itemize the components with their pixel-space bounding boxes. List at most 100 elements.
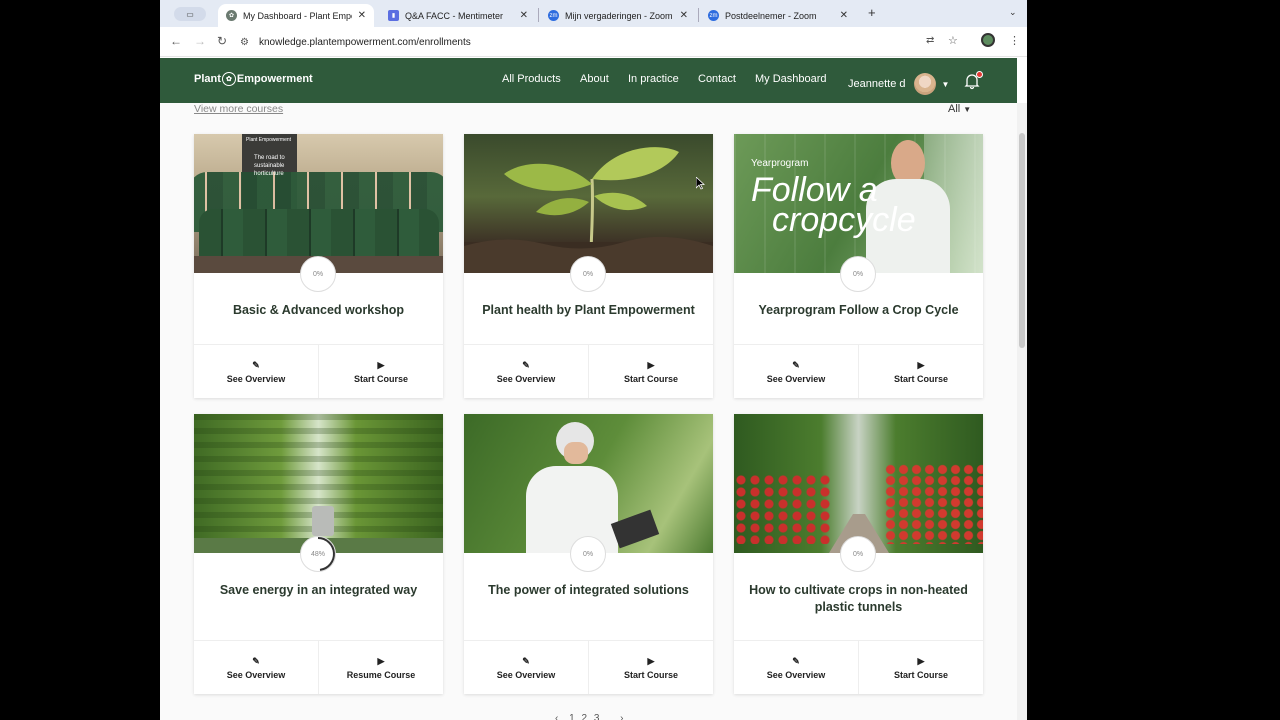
pager-next[interactable]: › [620,713,623,720]
logo-leaf-icon: ✿ [221,72,236,86]
mouse-cursor-icon [695,176,706,195]
scrollbar-thumb[interactable] [1019,133,1025,348]
banner-text: The road to sustainable horticulture [254,155,285,177]
banner-line2: cropcycle [772,201,916,239]
reload-icon[interactable]: ↻ [217,34,227,48]
course-title[interactable]: How to cultivate crops in non-heated pla… [744,582,973,616]
course-image-cropcycle[interactable]: Yearprogram Follow a cropcycle [734,134,983,273]
bookmark-star-icon[interactable]: ☆ [948,34,958,47]
course-image-seedling[interactable] [464,134,713,273]
course-actions: ✎ See Overview ▶ Start Course [734,344,983,398]
start-course-label: Start Course [353,373,408,384]
logo-text-right: Empowerment [236,73,313,85]
tab-search-button[interactable]: ▭ [174,7,206,21]
play-icon: ▶ [647,655,655,666]
banner-small: Plant Empowerment [246,137,292,143]
tab-title: Mijn vergaderingen - Zoom [565,10,673,21]
see-overview-button[interactable]: ✎ See Overview [194,641,319,694]
pager-page-2[interactable]: 2 [581,713,587,720]
start-course-button[interactable]: ▶ Start Course [859,641,983,694]
see-overview-button[interactable]: ✎ See Overview [464,345,589,398]
nav-in-practice[interactable]: In practice [628,73,679,85]
nav-about[interactable]: About [580,73,609,85]
close-icon[interactable]: ✕ [840,10,848,21]
tab-plant-empowerment[interactable]: ✿ My Dashboard - Plant Empowerment ✕ [218,4,374,27]
course-card: Plant Empowerment The road to sustainabl… [194,134,443,398]
nav-contact[interactable]: Contact [698,73,736,85]
see-overview-label: See Overview [496,373,556,384]
play-icon: ▶ [377,359,385,370]
close-icon[interactable]: ✕ [680,10,688,21]
tab-title: Q&A FACC - Mentimeter [405,10,504,21]
course-image-researcher[interactable] [464,414,713,553]
tab-list-chevron-icon[interactable]: ⌄ [1009,7,1017,18]
see-overview-button[interactable]: ✎ See Overview [464,641,589,694]
pager-prev[interactable]: ‹ [555,713,558,720]
course-image-tomato-tunnel[interactable] [734,414,983,553]
pager-page-3[interactable]: 3 [594,713,600,720]
play-icon: ▶ [917,359,925,370]
see-overview-label: See Overview [766,373,826,384]
menu-kebab-icon[interactable]: ⋮ [1009,34,1020,47]
start-course-button[interactable]: ▶ Start Course [319,345,443,398]
nav-my-dashboard[interactable]: My Dashboard [755,73,827,85]
course-card: 0% Plant health by Plant Empowerment ✎ Se… [464,134,713,398]
start-course-label: Start Course [623,373,678,384]
course-card: Yearprogram Follow a cropcycle 0% Yearpr… [734,134,983,398]
view-more-courses-link[interactable]: View more courses [194,103,283,115]
page-scrollbar[interactable] [1017,103,1027,720]
avatar [913,73,936,95]
notification-dot [976,71,983,78]
browser-window: ▭ ✿ My Dashboard - Plant Empowerment ✕ ▮… [160,0,1027,720]
close-icon[interactable]: ✕ [520,10,528,21]
site-logo[interactable]: Plant ✿ Empowerment [194,72,313,86]
course-actions: ✎ See Overview ▶ Start Course [734,640,983,694]
see-overview-button[interactable]: ✎ See Overview [734,641,859,694]
course-title[interactable]: Basic & Advanced workshop [204,302,433,319]
see-overview-label: See Overview [226,669,286,680]
resume-course-button[interactable]: ▶ Resume Course [319,641,443,694]
course-image-group-photo[interactable]: Plant Empowerment The road to sustainabl… [194,134,443,273]
user-menu[interactable]: Jeannette d ▼ [848,73,949,95]
site-header: Plant ✿ Empowerment All Products About I… [160,58,1017,103]
play-icon: ▶ [917,655,925,666]
course-title[interactable]: Plant health by Plant Empowerment [474,302,703,319]
see-overview-button[interactable]: ✎ See Overview [734,345,859,398]
course-image-greenhouse-aisle[interactable] [194,414,443,553]
banner-small: Yearprogram [751,158,809,169]
start-course-label: Start Course [893,669,948,680]
new-tab-button[interactable]: + [868,5,876,20]
extension-icon[interactable] [981,33,995,47]
see-overview-label: See Overview [496,669,556,680]
start-course-label: Start Course [893,373,948,384]
course-title[interactable]: Save energy in an integrated way [204,582,433,599]
close-icon[interactable]: ✕ [358,10,366,21]
user-name: Jeannette d [848,78,906,90]
course-title[interactable]: The power of integrated solutions [474,582,703,599]
mentimeter-icon: ▮ [388,10,399,21]
edit-icon: ✎ [792,655,800,666]
edit-icon: ✎ [792,359,800,370]
zoom-icon: zm [708,10,719,21]
tab-zoom-post[interactable]: zm Postdeelnemer - Zoom ✕ [700,4,856,27]
translate-icon[interactable]: ⇄ [926,35,934,46]
tab-mentimeter[interactable]: ▮ Q&A FACC - Mentimeter ✕ [380,4,536,27]
start-course-button[interactable]: ▶ Start Course [589,641,713,694]
start-course-button[interactable]: ▶ Start Course [859,345,983,398]
back-arrow-icon[interactable]: ← [170,34,182,48]
course-actions: ✎ See Overview ▶ Start Course [464,344,713,398]
address-bar[interactable]: ⚙ knowledge.plantempowerment.com/enrollm… [240,32,980,52]
start-course-button[interactable]: ▶ Start Course [589,345,713,398]
see-overview-button[interactable]: ✎ See Overview [194,345,319,398]
forward-arrow-icon[interactable]: → [194,34,206,48]
resume-course-label: Resume Course [346,669,416,680]
logo-text-left: Plant [194,73,221,85]
course-title[interactable]: Yearprogram Follow a Crop Cycle [744,302,973,319]
notification-bell-icon[interactable] [963,71,983,95]
edit-icon: ✎ [522,359,530,370]
site-info-icon[interactable]: ⚙ [240,37,249,48]
tab-zoom-meetings[interactable]: zm Mijn vergaderingen - Zoom ✕ [540,4,696,27]
filter-dropdown[interactable]: All ▼ [948,103,971,115]
pager-page-1[interactable]: 1 [569,713,575,720]
nav-all-products[interactable]: All Products [502,73,561,85]
